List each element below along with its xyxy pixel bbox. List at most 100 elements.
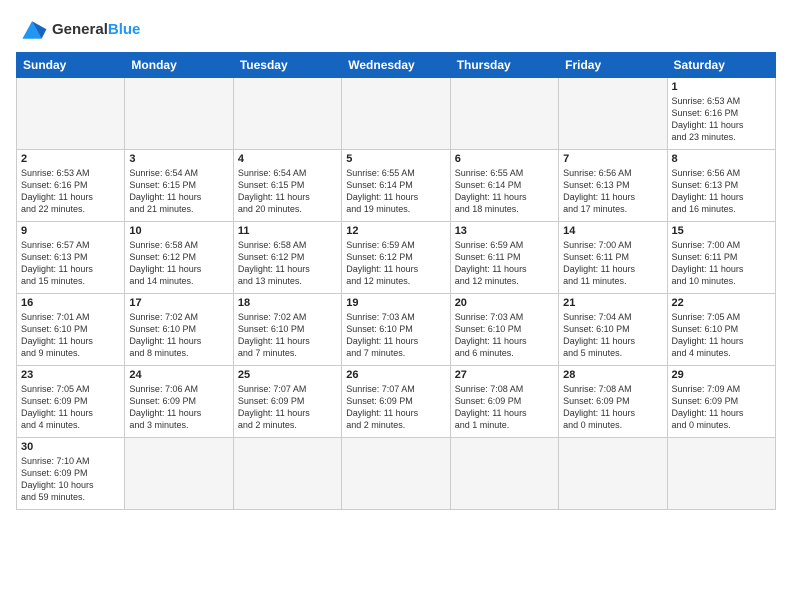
day-info: Sunrise: 7:00 AM Sunset: 6:11 PM Dayligh… — [672, 239, 771, 288]
day-number: 22 — [672, 297, 771, 309]
day-number: 7 — [563, 153, 662, 165]
day-info: Sunrise: 7:02 AM Sunset: 6:10 PM Dayligh… — [238, 311, 337, 360]
day-info: Sunrise: 6:54 AM Sunset: 6:15 PM Dayligh… — [129, 167, 228, 216]
day-cell: 5 Sunrise: 6:55 AM Sunset: 6:14 PM Daylig… — [342, 150, 450, 222]
day-cell: 25 Sunrise: 7:07 AM Sunset: 6:09 PM Dayli… — [233, 366, 341, 438]
col-header-saturday: Saturday — [667, 53, 775, 78]
day-number: 6 — [455, 153, 554, 165]
day-number: 2 — [21, 153, 120, 165]
col-header-tuesday: Tuesday — [233, 53, 341, 78]
day-info: Sunrise: 6:55 AM Sunset: 6:14 PM Dayligh… — [455, 167, 554, 216]
day-info: Sunrise: 7:08 AM Sunset: 6:09 PM Dayligh… — [563, 383, 662, 432]
day-cell — [559, 78, 667, 150]
day-number: 18 — [238, 297, 337, 309]
day-number: 15 — [672, 225, 771, 237]
week-row-3: 9Sunrise: 6:57 AM Sunset: 6:13 PM Daylig… — [17, 222, 776, 294]
day-info: Sunrise: 6:56 AM Sunset: 6:13 PM Dayligh… — [672, 167, 771, 216]
day-info: Sunrise: 6:56 AM Sunset: 6:13 PM Dayligh… — [563, 167, 662, 216]
day-number: 21 — [563, 297, 662, 309]
day-info: Sunrise: 7:03 AM Sunset: 6:10 PM Dayligh… — [455, 311, 554, 360]
day-number: 26 — [346, 369, 445, 381]
day-number: 5 — [346, 153, 445, 165]
day-cell: 16Sunrise: 7:01 AM Sunset: 6:10 PM Dayli… — [17, 294, 125, 366]
day-cell: 29 Sunrise: 7:09 AM Sunset: 6:09 PM Dayli… — [667, 366, 775, 438]
day-number: 27 — [455, 369, 554, 381]
logo-text: GeneralBlue — [52, 22, 140, 39]
week-row-6: 30Sunrise: 7:10 AM Sunset: 6:09 PM Dayli… — [17, 438, 776, 510]
day-number: 14 — [563, 225, 662, 237]
day-cell: 21 Sunrise: 7:04 AM Sunset: 6:10 PM Dayli… — [559, 294, 667, 366]
day-number: 17 — [129, 297, 228, 309]
day-number: 30 — [21, 441, 120, 453]
logo-blue: Blue — [108, 21, 141, 38]
day-cell — [125, 438, 233, 510]
day-cell: 4 Sunrise: 6:54 AM Sunset: 6:15 PM Daylig… — [233, 150, 341, 222]
day-number: 25 — [238, 369, 337, 381]
day-number: 24 — [129, 369, 228, 381]
day-info: Sunrise: 7:05 AM Sunset: 6:09 PM Dayligh… — [21, 383, 120, 432]
day-number: 29 — [672, 369, 771, 381]
day-cell: 3 Sunrise: 6:54 AM Sunset: 6:15 PM Daylig… — [125, 150, 233, 222]
day-info: Sunrise: 7:07 AM Sunset: 6:09 PM Dayligh… — [346, 383, 445, 432]
day-cell — [342, 438, 450, 510]
day-info: Sunrise: 6:58 AM Sunset: 6:12 PM Dayligh… — [238, 239, 337, 288]
day-info: Sunrise: 7:02 AM Sunset: 6:10 PM Dayligh… — [129, 311, 228, 360]
day-info: Sunrise: 6:55 AM Sunset: 6:14 PM Dayligh… — [346, 167, 445, 216]
day-number: 23 — [21, 369, 120, 381]
day-cell: 2Sunrise: 6:53 AM Sunset: 6:16 PM Daylig… — [17, 150, 125, 222]
day-cell: 17 Sunrise: 7:02 AM Sunset: 6:10 PM Dayli… — [125, 294, 233, 366]
day-cell — [559, 438, 667, 510]
day-cell: 15 Sunrise: 7:00 AM Sunset: 6:11 PM Dayli… — [667, 222, 775, 294]
day-number: 8 — [672, 153, 771, 165]
calendar: SundayMondayTuesdayWednesdayThursdayFrid… — [16, 52, 776, 510]
day-info: Sunrise: 7:04 AM Sunset: 6:10 PM Dayligh… — [563, 311, 662, 360]
col-header-friday: Friday — [559, 53, 667, 78]
day-cell: 7 Sunrise: 6:56 AM Sunset: 6:13 PM Daylig… — [559, 150, 667, 222]
logo: GeneralBlue — [16, 16, 140, 44]
day-cell: 6 Sunrise: 6:55 AM Sunset: 6:14 PM Daylig… — [450, 150, 558, 222]
day-info: Sunrise: 7:06 AM Sunset: 6:09 PM Dayligh… — [129, 383, 228, 432]
col-header-wednesday: Wednesday — [342, 53, 450, 78]
day-info: Sunrise: 6:59 AM Sunset: 6:11 PM Dayligh… — [455, 239, 554, 288]
day-number: 4 — [238, 153, 337, 165]
day-cell: 27 Sunrise: 7:08 AM Sunset: 6:09 PM Dayli… — [450, 366, 558, 438]
day-cell — [125, 78, 233, 150]
day-cell — [17, 78, 125, 150]
day-cell: 22Sunrise: 7:05 AM Sunset: 6:10 PM Dayli… — [667, 294, 775, 366]
week-row-4: 16Sunrise: 7:01 AM Sunset: 6:10 PM Dayli… — [17, 294, 776, 366]
logo-icon — [16, 16, 48, 44]
day-cell: 24 Sunrise: 7:06 AM Sunset: 6:09 PM Dayli… — [125, 366, 233, 438]
days-header-row: SundayMondayTuesdayWednesdayThursdayFrid… — [17, 53, 776, 78]
day-info: Sunrise: 6:57 AM Sunset: 6:13 PM Dayligh… — [21, 239, 120, 288]
day-info: Sunrise: 6:59 AM Sunset: 6:12 PM Dayligh… — [346, 239, 445, 288]
week-row-1: 1 Sunrise: 6:53 AM Sunset: 6:16 PM Daylig… — [17, 78, 776, 150]
day-cell: 23 Sunrise: 7:05 AM Sunset: 6:09 PM Dayli… — [17, 366, 125, 438]
day-cell: 19 Sunrise: 7:03 AM Sunset: 6:10 PM Dayli… — [342, 294, 450, 366]
day-info: Sunrise: 7:07 AM Sunset: 6:09 PM Dayligh… — [238, 383, 337, 432]
day-number: 3 — [129, 153, 228, 165]
day-cell: 13Sunrise: 6:59 AM Sunset: 6:11 PM Dayli… — [450, 222, 558, 294]
day-number: 16 — [21, 297, 120, 309]
day-cell: 14Sunrise: 7:00 AM Sunset: 6:11 PM Dayli… — [559, 222, 667, 294]
day-info: Sunrise: 7:09 AM Sunset: 6:09 PM Dayligh… — [672, 383, 771, 432]
day-cell: 26 Sunrise: 7:07 AM Sunset: 6:09 PM Dayli… — [342, 366, 450, 438]
col-header-monday: Monday — [125, 53, 233, 78]
day-cell: 30Sunrise: 7:10 AM Sunset: 6:09 PM Dayli… — [17, 438, 125, 510]
day-number: 20 — [455, 297, 554, 309]
day-info: Sunrise: 6:53 AM Sunset: 6:16 PM Dayligh… — [672, 95, 771, 144]
day-info: Sunrise: 7:03 AM Sunset: 6:10 PM Dayligh… — [346, 311, 445, 360]
day-info: Sunrise: 6:58 AM Sunset: 6:12 PM Dayligh… — [129, 239, 228, 288]
day-cell: 10 Sunrise: 6:58 AM Sunset: 6:12 PM Dayli… — [125, 222, 233, 294]
day-cell: 9Sunrise: 6:57 AM Sunset: 6:13 PM Daylig… — [17, 222, 125, 294]
day-info: Sunrise: 7:08 AM Sunset: 6:09 PM Dayligh… — [455, 383, 554, 432]
day-number: 1 — [672, 81, 771, 93]
day-number: 19 — [346, 297, 445, 309]
day-cell: 28Sunrise: 7:08 AM Sunset: 6:09 PM Dayli… — [559, 366, 667, 438]
day-number: 11 — [238, 225, 337, 237]
day-cell: 1 Sunrise: 6:53 AM Sunset: 6:16 PM Daylig… — [667, 78, 775, 150]
week-row-5: 23 Sunrise: 7:05 AM Sunset: 6:09 PM Dayli… — [17, 366, 776, 438]
day-cell — [667, 438, 775, 510]
day-info: Sunrise: 6:54 AM Sunset: 6:15 PM Dayligh… — [238, 167, 337, 216]
day-number: 10 — [129, 225, 228, 237]
day-cell: 20 Sunrise: 7:03 AM Sunset: 6:10 PM Dayli… — [450, 294, 558, 366]
